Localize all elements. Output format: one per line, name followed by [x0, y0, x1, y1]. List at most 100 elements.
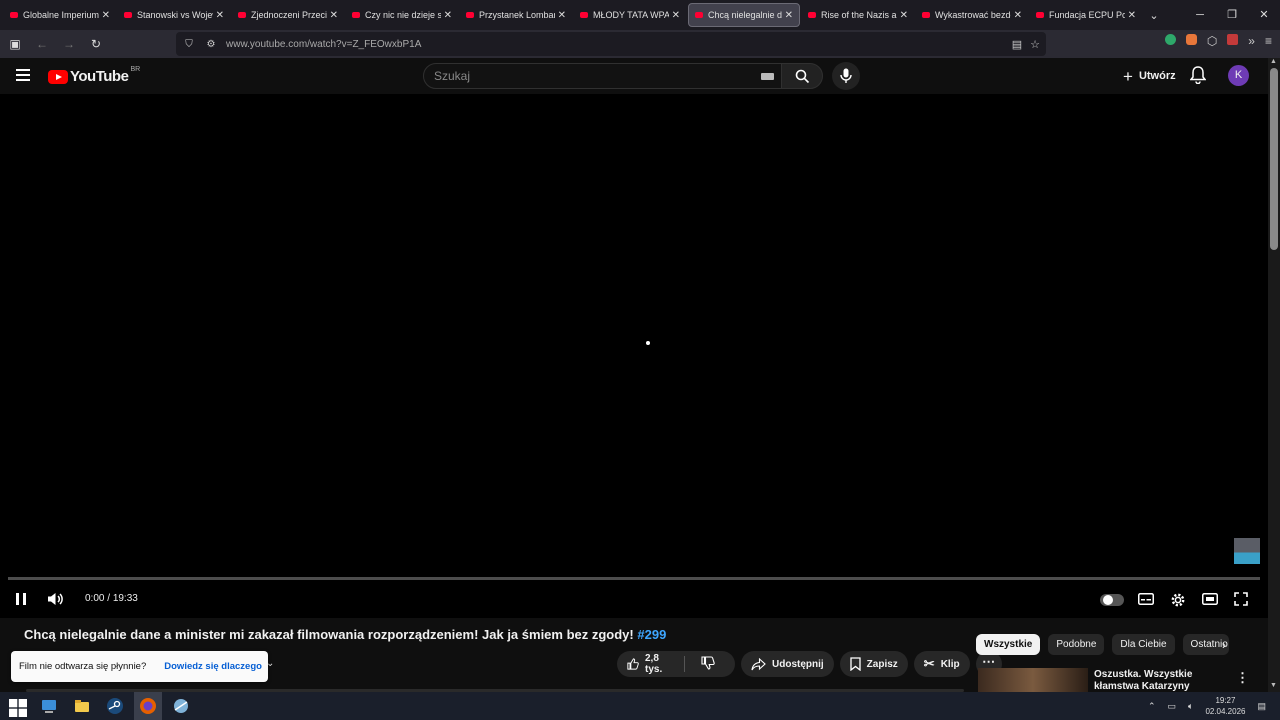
video-player[interactable]: 0:00 / 19:33 — [0, 94, 1268, 618]
browser-tab[interactable]: Globalne Imperium B✕ — [4, 3, 116, 27]
recommended-thumbnail[interactable] — [978, 668, 1088, 694]
extension-shield-icon[interactable] — [1164, 34, 1176, 45]
notifications-bell-icon[interactable] — [1189, 66, 1207, 89]
tab-close-icon[interactable]: ✕ — [672, 10, 680, 21]
volume-button[interactable] — [47, 592, 65, 616]
back-button[interactable]: ← — [30, 32, 54, 56]
scissors-icon: ✂ — [923, 656, 935, 671]
search-box[interactable] — [423, 63, 787, 89]
chip-all[interactable]: Wszystkie — [976, 634, 1041, 655]
reload-button[interactable]: ↻ — [84, 32, 108, 56]
pause-button[interactable] — [14, 592, 28, 616]
clock[interactable]: 19:27 02.04.2026 — [1205, 695, 1245, 717]
steam-icon[interactable] — [106, 697, 124, 715]
create-button[interactable]: + Utwórz — [1115, 63, 1179, 89]
keyboard-icon[interactable] — [761, 73, 774, 80]
toast-learn-more-link[interactable]: Dowiedz się dlaczego — [164, 661, 262, 672]
tab-list-chevron-icon[interactable]: ⌄ — [1144, 9, 1164, 22]
dislike-button[interactable] — [691, 655, 725, 673]
recommended-title[interactable]: Oszustka. Wszystkie kłamstwa Katarzyny M… — [1094, 669, 1234, 694]
tab-close-icon[interactable]: ✕ — [102, 10, 110, 21]
browser-tab[interactable]: Zjednoczeni Przeciw ✕ — [232, 3, 344, 27]
chip-related[interactable]: Podobne — [1048, 634, 1105, 655]
clip-button[interactable]: ✂ Klip — [913, 651, 970, 677]
thumbs-down-icon — [701, 655, 715, 670]
tab-close-icon[interactable]: ✕ — [1128, 10, 1136, 21]
youtube-favicon-icon — [124, 12, 132, 18]
extension-fox-icon[interactable] — [1185, 34, 1197, 45]
firefox-icon[interactable] — [139, 697, 157, 715]
reader-view-icon[interactable]: ▤ — [1012, 38, 1022, 51]
browser-tab[interactable]: Rise of the Nazis and✕ — [802, 3, 914, 27]
search-icon — [795, 69, 810, 84]
scrollbar-thumb[interactable] — [1270, 68, 1278, 250]
sidebar-toggle-icon[interactable]: ▣ — [3, 32, 27, 56]
chips-next-chevron-icon[interactable]: › — [1222, 638, 1226, 652]
permissions-icon[interactable]: ⚙ — [202, 39, 220, 50]
youtube-logo[interactable]: YouTube BR — [48, 66, 140, 85]
autoplay-toggle[interactable] — [1100, 594, 1124, 606]
tab-close-icon[interactable]: ✕ — [1014, 10, 1022, 21]
like-button[interactable]: 2,8 tys. — [617, 653, 685, 675]
app-menu-icon[interactable]: ≡ — [1265, 34, 1272, 48]
notifications-icon[interactable]: ▤ — [1257, 701, 1266, 712]
file-explorer-icon[interactable] — [73, 697, 91, 715]
window-close-button[interactable]: ✕ — [1248, 0, 1280, 30]
tab-close-icon[interactable]: ✕ — [330, 10, 338, 21]
channel-watermark[interactable] — [1234, 538, 1260, 564]
fullscreen-icon — [1234, 592, 1248, 606]
tab-close-icon[interactable]: ✕ — [216, 10, 224, 21]
save-label: Zapisz — [866, 658, 898, 670]
extension-badge-icon[interactable] — [1227, 34, 1239, 45]
url-text[interactable]: www.youtube.com/watch?v=Z_FEOwxbP1A — [226, 39, 421, 50]
tab-label: Fundacja ECPU Polsk — [1049, 10, 1125, 20]
player-controls: 0:00 / 19:33 — [0, 588, 1268, 612]
subtitles-button[interactable] — [1138, 593, 1154, 617]
browser-tab[interactable]: Stanowski vs Wojewó✕ — [118, 3, 230, 27]
share-button[interactable]: Udostępnij — [741, 651, 834, 677]
tab-close-icon[interactable]: ✕ — [785, 10, 793, 21]
address-bar[interactable]: ⛉ ⚙ www.youtube.com/watch?v=Z_FEOwxbP1A … — [176, 32, 1046, 56]
video-hashtag[interactable]: #299 — [637, 627, 666, 642]
task-view-icon[interactable] — [40, 697, 58, 715]
network-icon[interactable]: ▭ — [1168, 701, 1177, 712]
tray-chevron-icon[interactable]: ⌃ — [1148, 701, 1156, 712]
search-button[interactable] — [781, 63, 823, 89]
windows-start-icon[interactable] — [9, 699, 27, 717]
scroll-up-icon[interactable]: ▲ — [1270, 58, 1277, 65]
recommended-video[interactable]: Oszustka. Wszystkie kłamstwa Katarzyny M… — [978, 668, 1258, 694]
progress-bar[interactable] — [8, 577, 1260, 580]
browser-tab[interactable]: Fundacja ECPU Polsk✕ — [1030, 3, 1142, 27]
browser-tab[interactable]: Wykastrować bezdom✕ — [916, 3, 1028, 27]
browser-tab[interactable]: Chcą nielegalnie dane✕ — [688, 3, 800, 27]
tab-close-icon[interactable]: ✕ — [444, 10, 452, 21]
volume-tray-icon[interactable]: 🔈︎ — [1188, 701, 1193, 712]
minimize-button[interactable]: ─ — [1184, 0, 1216, 30]
bookmark-star-icon[interactable]: ☆ — [1030, 38, 1040, 51]
app-icon[interactable] — [172, 697, 190, 715]
shield-icon[interactable]: ⛉ — [180, 39, 198, 50]
guide-menu-icon[interactable] — [16, 69, 30, 81]
tab-close-icon[interactable]: ✕ — [558, 10, 566, 21]
time-display: 0:00 / 19:33 — [85, 593, 138, 604]
restore-button[interactable]: ❐ — [1216, 0, 1248, 30]
overflow-chevrons-icon[interactable]: » — [1248, 34, 1255, 48]
settings-button[interactable] — [1170, 592, 1186, 616]
avatar[interactable]: K — [1228, 65, 1249, 86]
fullscreen-button[interactable] — [1234, 592, 1248, 616]
chip-for-you[interactable]: Dla Ciebie — [1112, 634, 1175, 655]
tab-close-icon[interactable]: ✕ — [900, 10, 908, 21]
recommended-menu-icon[interactable]: ⋮ — [1236, 670, 1249, 686]
extensions-puzzle-icon[interactable]: ⬡ — [1207, 34, 1217, 48]
search-input[interactable] — [434, 69, 734, 83]
theater-mode-button[interactable] — [1202, 593, 1218, 617]
scroll-down-icon[interactable]: ▼ — [1270, 682, 1277, 689]
browser-tab[interactable]: Czy nic nie dzieje się✕ — [346, 3, 458, 27]
voice-search-button[interactable] — [832, 62, 860, 90]
browser-tab[interactable]: Przystanek Lombard ✕ — [460, 3, 572, 27]
windows-taskbar: ⌃ ▭ 🔈︎ 19:27 02.04.2026 ▤ — [0, 692, 1280, 720]
forward-button[interactable]: → — [57, 32, 81, 56]
browser-tab[interactable]: MŁODY TATA WPADA✕ — [574, 3, 686, 27]
save-button[interactable]: Zapisz — [839, 651, 908, 677]
page-scrollbar[interactable]: ▲ ▼ — [1268, 58, 1280, 692]
